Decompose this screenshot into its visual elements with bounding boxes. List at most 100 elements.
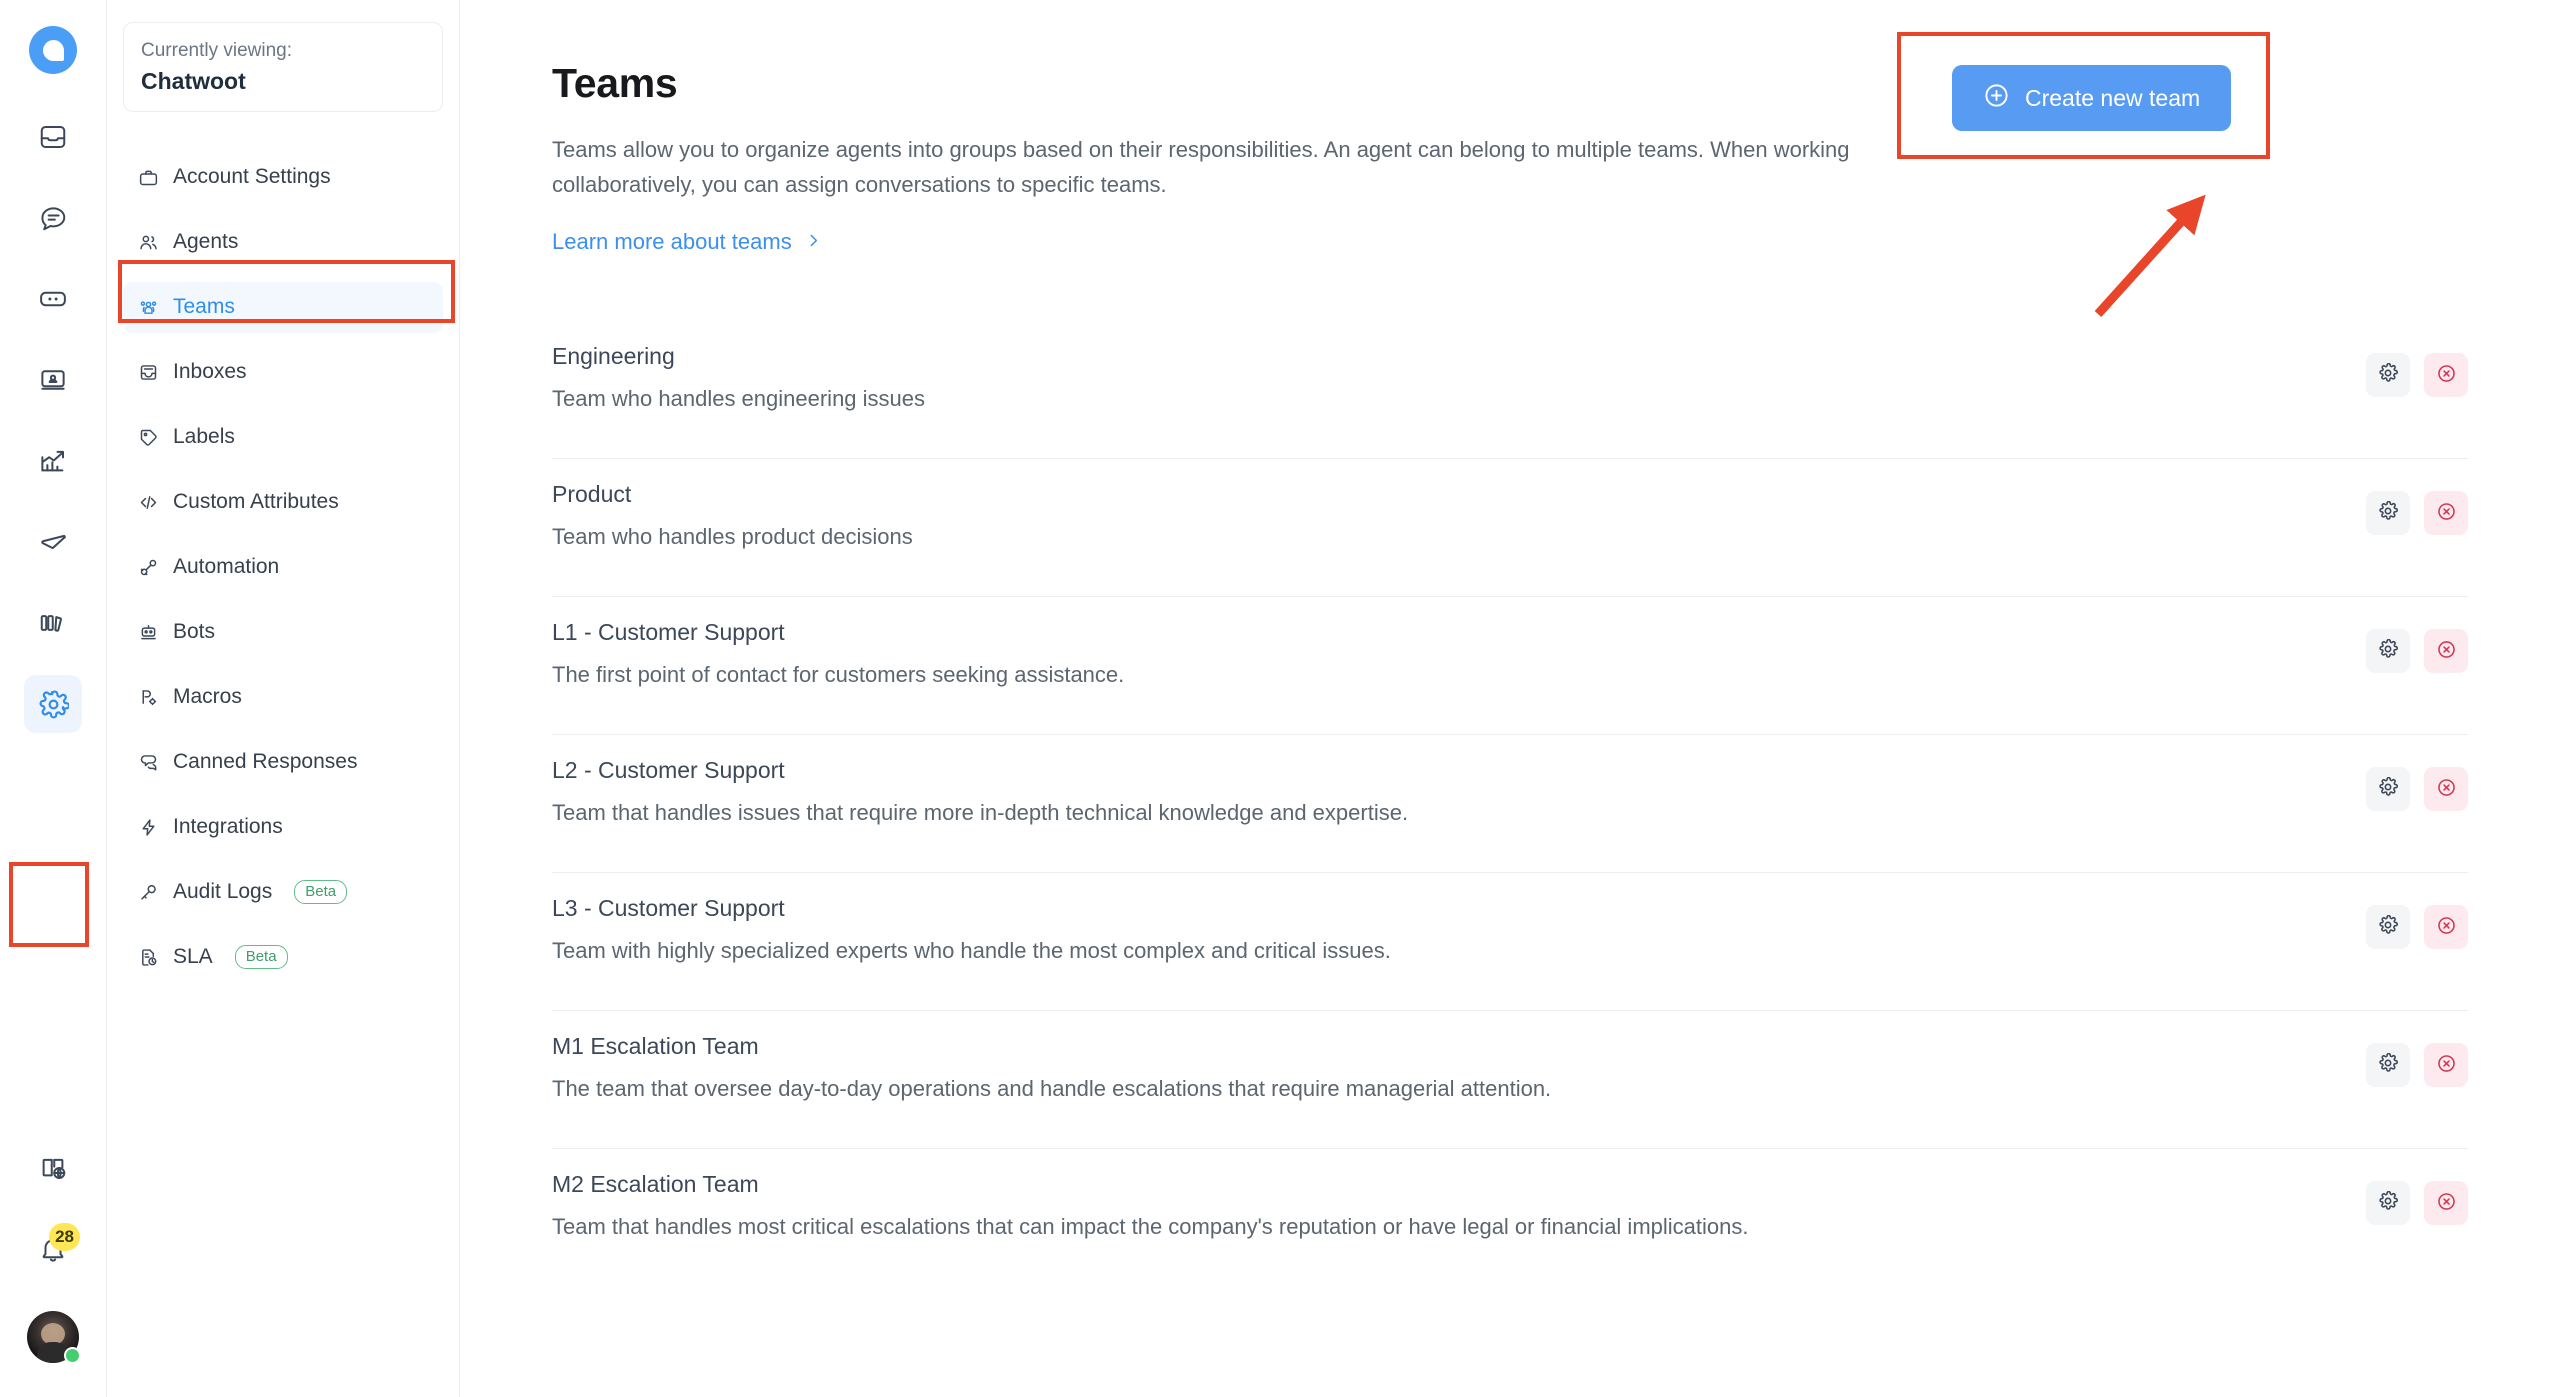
delete-team-button[interactable]: [2424, 1042, 2468, 1087]
account-name: Chatwoot: [141, 67, 246, 94]
chatwoot-logo-mark: [29, 26, 77, 74]
delete-team-button[interactable]: [2424, 1180, 2468, 1225]
sidebar-item-macros[interactable]: Macros: [123, 672, 443, 723]
sidebar-item-inboxes[interactable]: Inboxes: [123, 347, 443, 398]
rail-item-contacts[interactable]: [24, 270, 82, 328]
delete-team-button[interactable]: [2424, 766, 2468, 811]
sidebar-item-teams[interactable]: Teams: [123, 281, 443, 333]
table-row[interactable]: M1 Escalation Team The team that oversee…: [552, 1011, 2468, 1149]
edit-team-button[interactable]: [2366, 490, 2410, 535]
team-info: L2 - Customer Support Team that handles …: [552, 757, 2366, 829]
edit-team-button[interactable]: [2366, 1042, 2410, 1087]
sidebar-item-account-settings[interactable]: Account Settings: [123, 152, 443, 203]
page-description: Teams allow you to organize agents into …: [552, 137, 1850, 197]
row-actions: [2366, 343, 2468, 397]
create-new-team-label: Create new team: [2025, 84, 2201, 111]
key-icon: [137, 881, 159, 903]
account-context-card[interactable]: Currently viewing: Chatwoot: [123, 22, 443, 112]
edit-team-button[interactable]: [2366, 766, 2410, 811]
rail-item-conversations[interactable]: [24, 189, 82, 247]
table-row[interactable]: L3 - Customer Support Team with highly s…: [552, 873, 2468, 1011]
rail-item-campaigns[interactable]: [24, 513, 82, 571]
sidebar-item-label: Canned Responses: [173, 750, 358, 774]
sidebar-item-custom-attributes[interactable]: Custom Attributes: [123, 477, 443, 528]
chevron-right-icon: [805, 229, 822, 255]
rail-item-inbox[interactable]: [24, 108, 82, 166]
table-row[interactable]: L1 - Customer Support The first point of…: [552, 597, 2468, 735]
team-name: L2 - Customer Support: [552, 756, 785, 783]
close-circle-icon: [2436, 639, 2457, 663]
sidebar-item-label: Automation: [173, 555, 280, 579]
sidebar-item-label: Teams: [173, 295, 235, 319]
conversations-icon: [38, 203, 68, 233]
delete-team-button[interactable]: [2424, 490, 2468, 535]
delete-team-button[interactable]: [2424, 352, 2468, 397]
sidebar-item-sla[interactable]: SLA Beta: [123, 932, 443, 983]
people-icon: [137, 231, 159, 253]
table-row[interactable]: L2 - Customer Support Team that handles …: [552, 735, 2468, 873]
sidebar-item-bots[interactable]: Bots: [123, 607, 443, 658]
row-actions: [2366, 1033, 2468, 1087]
teams-settings-page: Teams Teams allow you to organize agents…: [460, 0, 2560, 1397]
edit-team-button[interactable]: [2366, 1180, 2410, 1225]
currently-viewing-label: Currently viewing:: [141, 40, 292, 61]
captain-icon: [38, 365, 68, 395]
rail-item-captain[interactable]: [24, 351, 82, 409]
settings-sidebar: Currently viewing: Chatwoot Account Sett…: [107, 0, 460, 1397]
campaigns-icon: [38, 527, 68, 557]
team-name: Product: [552, 480, 632, 507]
team-info: L1 - Customer Support The first point of…: [552, 619, 2366, 691]
edit-team-button[interactable]: [2366, 904, 2410, 949]
team-info: M1 Escalation Team The team that oversee…: [552, 1033, 2366, 1105]
team-name: M2 Escalation Team: [552, 1170, 759, 1197]
chatwoot-logo-inner: [42, 39, 64, 61]
rail-item-reports[interactable]: [24, 432, 82, 490]
rail-item-docs[interactable]: [24, 1139, 82, 1197]
beta-badge: Beta: [234, 944, 288, 970]
sidebar-item-automation[interactable]: Automation: [123, 542, 443, 593]
team-description: Team who handles engineering issues: [552, 385, 926, 411]
gear-icon: [2378, 914, 2398, 938]
create-team-button-wrapper: Create new team: [1897, 32, 2270, 159]
sidebar-item-label: Audit Logs: [173, 880, 273, 904]
table-row[interactable]: M2 Escalation Team Team that handles mos…: [552, 1149, 2468, 1287]
teams-icon: [137, 296, 159, 318]
close-circle-icon: [2436, 501, 2457, 525]
table-row[interactable]: Engineering Team who handles engineering…: [552, 321, 2468, 459]
primary-nav-rail: 28: [0, 0, 107, 1397]
sidebar-item-integrations[interactable]: Integrations: [123, 802, 443, 853]
edit-team-button[interactable]: [2366, 352, 2410, 397]
sidebar-item-agents[interactable]: Agents: [123, 217, 443, 268]
delete-team-button[interactable]: [2424, 904, 2468, 949]
table-row[interactable]: Product Team who handles product decisio…: [552, 459, 2468, 597]
learn-more-label: Learn more about teams: [552, 228, 792, 254]
avatar[interactable]: [27, 1311, 81, 1364]
delete-team-button[interactable]: [2424, 628, 2468, 673]
sidebar-item-label: Bots: [173, 620, 216, 644]
app-root: 28 Currently viewing: Chatwoot Account S…: [0, 0, 2560, 1397]
rail-item-settings[interactable]: [24, 675, 82, 733]
robot-icon: [137, 621, 159, 643]
sidebar-item-audit-logs[interactable]: Audit Logs Beta: [123, 867, 443, 918]
row-actions: [2366, 757, 2468, 811]
team-description: Team that handles most critical escalati…: [552, 1213, 1749, 1239]
page-header: Teams Teams allow you to organize agents…: [552, 32, 2468, 255]
create-new-team-button[interactable]: Create new team: [1952, 65, 2232, 131]
tag-icon: [137, 426, 159, 448]
page-title: Teams: [552, 60, 678, 106]
portal-icon: [38, 608, 68, 638]
reports-icon: [38, 446, 68, 476]
edit-team-button[interactable]: [2366, 628, 2410, 673]
team-name: Engineering: [552, 342, 675, 369]
sidebar-item-labels[interactable]: Labels: [123, 412, 443, 463]
gear-icon: [2378, 500, 2398, 524]
sidebar-item-canned-responses[interactable]: Canned Responses: [123, 737, 443, 788]
chatwoot-logo[interactable]: [29, 26, 77, 74]
chat-bubbles-icon: [137, 751, 159, 773]
learn-more-link[interactable]: Learn more about teams: [552, 229, 822, 255]
rail-item-notifications[interactable]: 28: [24, 1220, 82, 1278]
team-description: Team that handles issues that require mo…: [552, 799, 1409, 825]
team-description: Team who handles product decisions: [552, 523, 913, 549]
rail-item-portal[interactable]: [24, 594, 82, 652]
gear-icon: [2378, 362, 2398, 386]
